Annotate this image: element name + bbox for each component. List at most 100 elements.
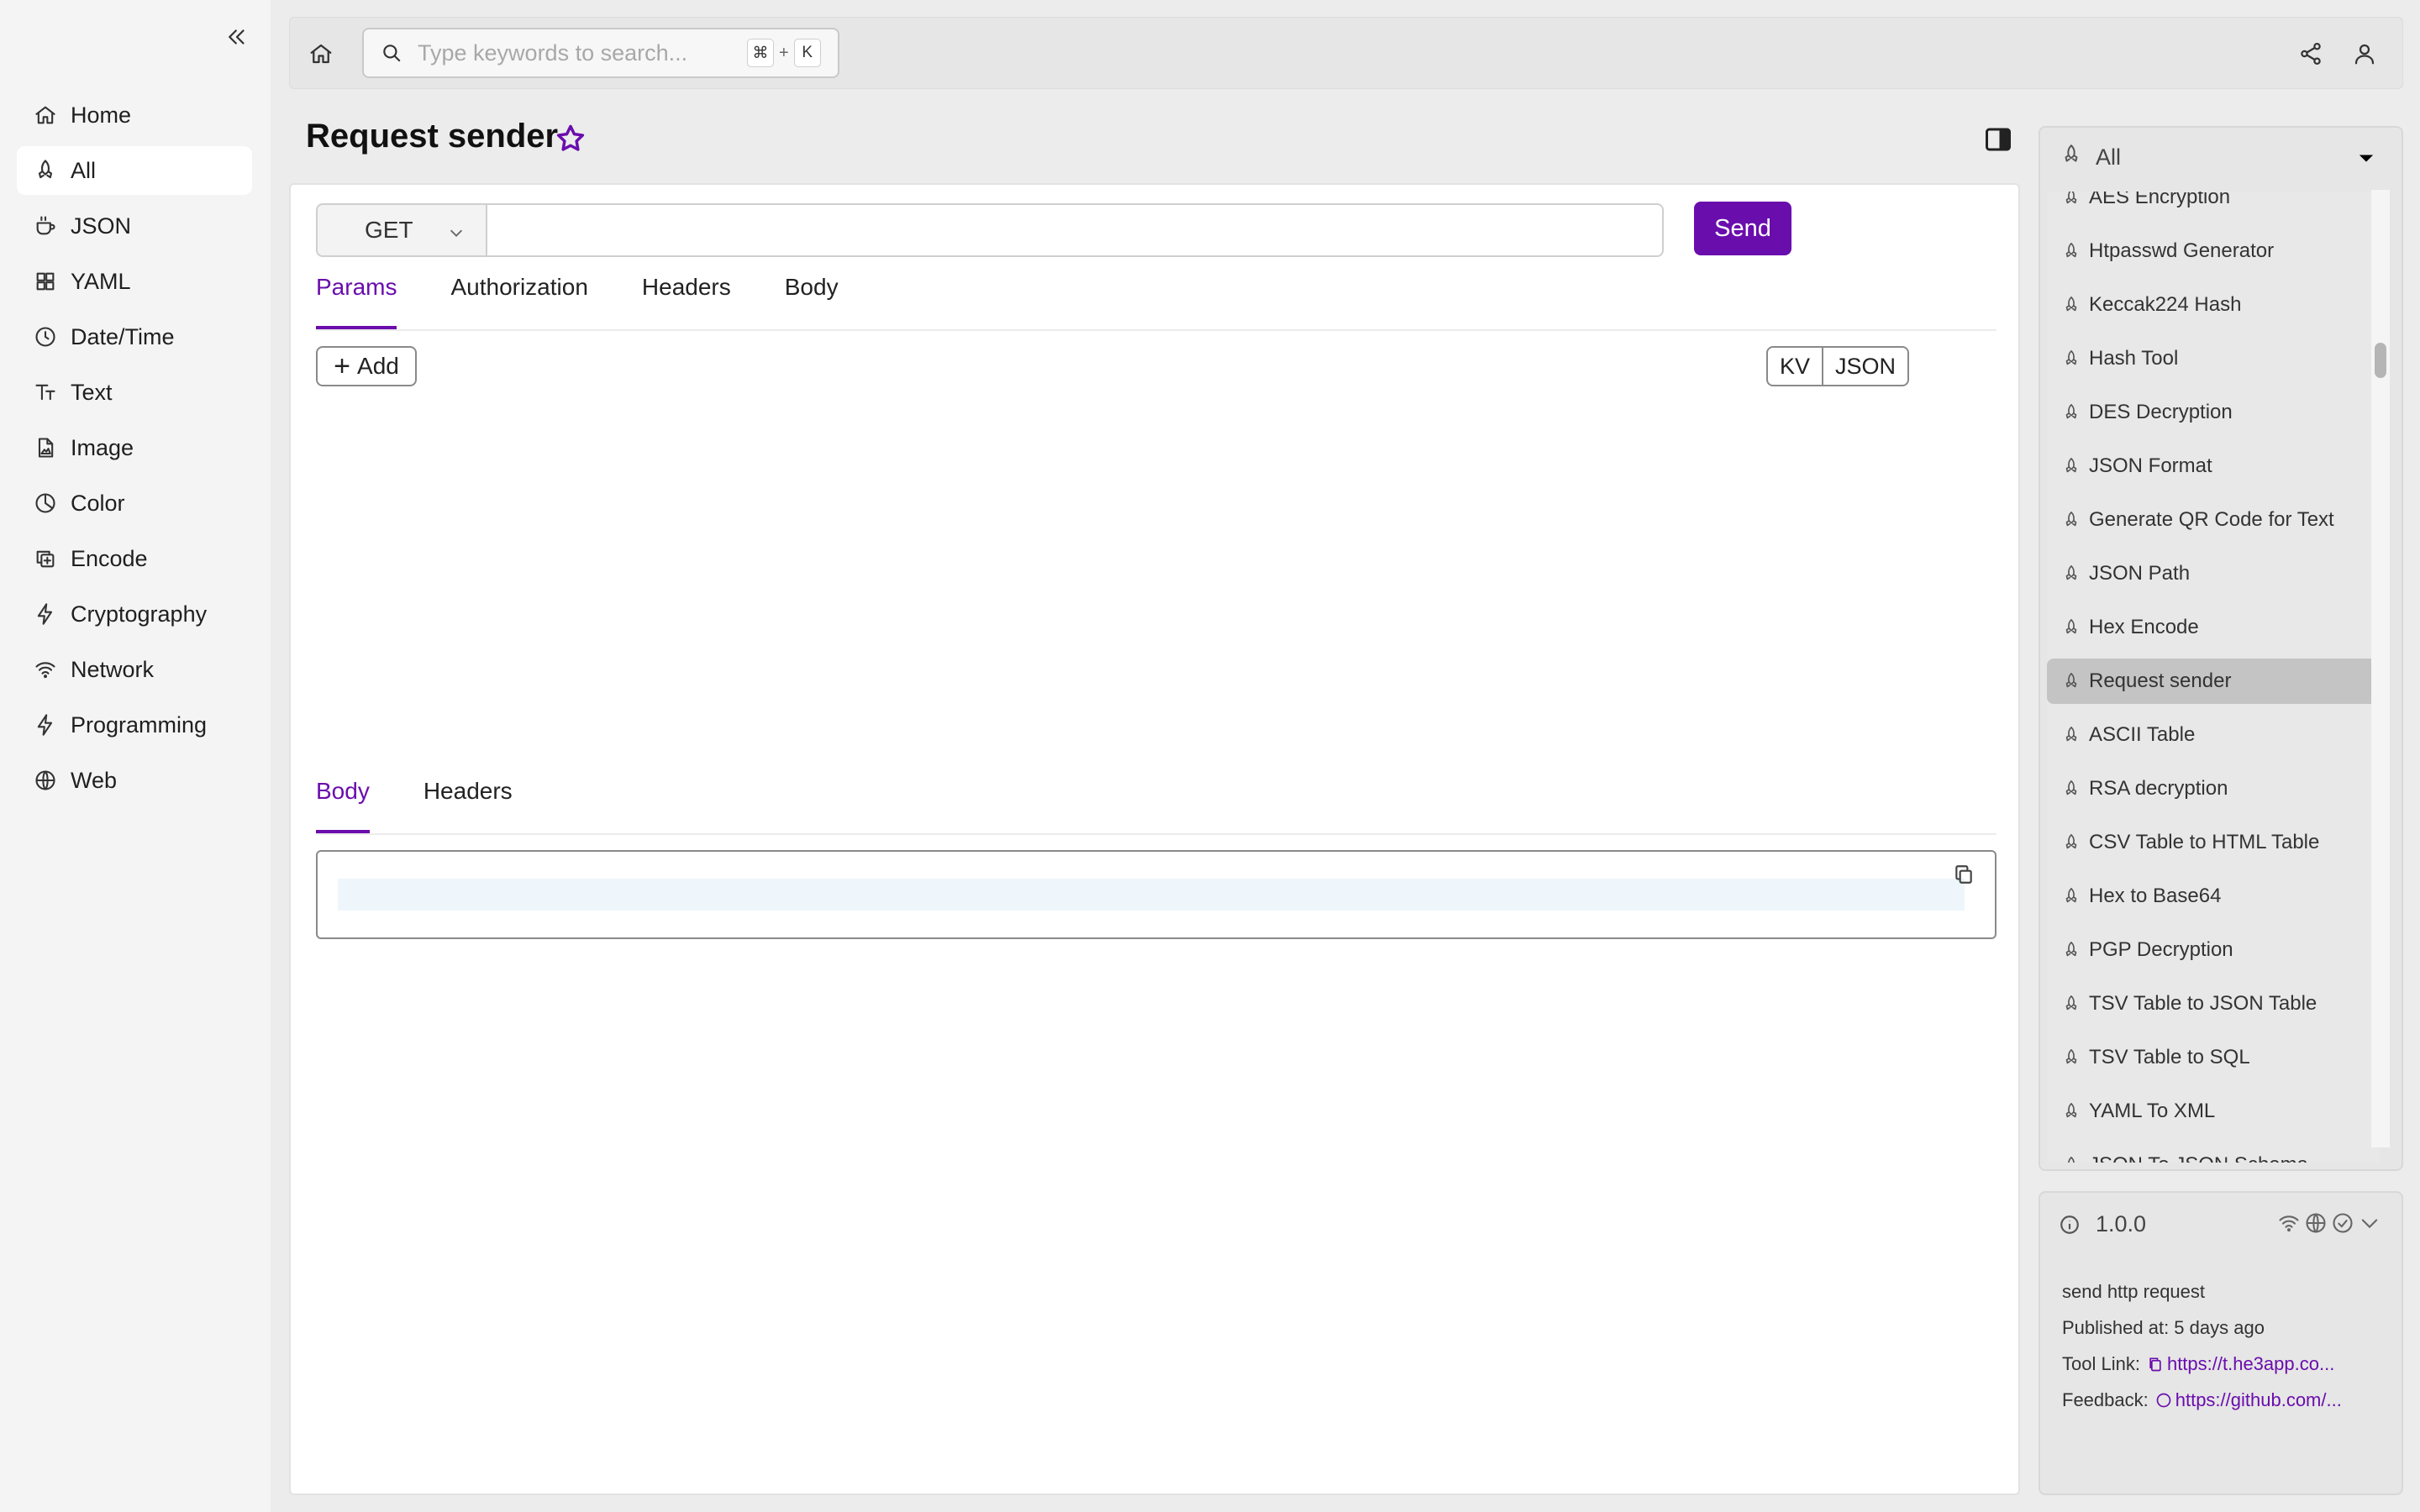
sidebar-item-programming[interactable]: Programming [17,701,252,749]
sidebar-nav: Home All JSON YAML Date/Time Text Image Color En… [17,91,252,811]
pie-icon [34,491,57,515]
tool-item-label: Request sender [2089,669,2232,692]
tool-filter-select[interactable]: All [2040,128,2402,186]
request-tab-params[interactable]: Params [316,269,397,329]
sidebar-item-label: Home [71,102,132,128]
tool-item[interactable]: Request sender [2047,659,2380,704]
rocket-icon [34,159,57,182]
tool-item-label: JSON To JSON Schema [2089,1153,2308,1163]
request-tab-authorization[interactable]: Authorization [450,269,587,329]
tool-item[interactable]: JSON Format [2047,444,2380,489]
tool-list-scrollbar[interactable] [2371,190,2390,1147]
rocket-icon [2065,512,2077,527]
tool-info-panel: 1.0.0 send http request Published at: 5 … [2039,1191,2403,1495]
scrollbar-thumb[interactable] [2375,343,2386,378]
tool-item[interactable]: JSON To JSON Schema [2047,1142,2380,1163]
rocket-icon [2065,192,2077,204]
bolt-icon [34,602,57,626]
response-tab-headers[interactable]: Headers [424,773,513,833]
tool-description: send http request [2062,1281,2206,1302]
tool-item[interactable]: PGP Decryption [2047,927,2380,973]
sidebar-item-label: Text [71,379,113,405]
tool-item-label: TSV Table to SQL [2089,1046,2250,1068]
tool-item-label: YAML To XML [2089,1100,2216,1122]
sidebar-item-network[interactable]: Network [17,645,252,694]
tool-item[interactable]: TSV Table to JSON Table [2047,981,2380,1026]
sidebar-item-text[interactable]: Text [17,368,252,417]
tool-item[interactable]: AES Encryption [2047,192,2380,220]
add-param-button[interactable]: + Add [316,346,417,386]
tool-item-label: Generate QR Code for Text [2089,508,2334,531]
tool-item-label: JSON Path [2089,562,2191,585]
sidebar-item-label: Programming [71,711,208,738]
param-mode-toggle: KV JSON [1766,346,1910,386]
request-tabs-divider [316,329,1996,331]
rocket-icon [2065,619,2077,634]
rocket-icon [2065,404,2077,419]
request-tab-body[interactable]: Body [785,269,839,329]
double-chevron-left-icon [229,29,245,45]
tool-item[interactable]: Hex Encode [2047,605,2380,650]
sidebar-item-all[interactable]: All [17,146,252,195]
request-tab-headers[interactable]: Headers [642,269,731,329]
chat-icon [2156,1393,2171,1408]
url-input[interactable] [486,203,1664,257]
toggle-right-panel-button[interactable] [1983,124,2013,155]
tool-item[interactable]: ASCII Table [2047,712,2380,758]
sidebar-item-label: Encode [71,545,148,571]
search-input[interactable] [418,39,737,66]
sidebar-item-json[interactable]: JSON [17,202,252,250]
method-select[interactable]: GET [316,203,486,257]
sidebar: Home All JSON YAML Date/Time Text Image Color En… [0,0,271,1512]
tool-item[interactable]: CSV Table to HTML Table [2047,820,2380,865]
sidebar-item-date-time[interactable]: Date/Time [17,312,252,361]
chevron-down-icon [450,229,463,237]
tool-item[interactable]: Hash Tool [2047,336,2380,381]
mode-kv-button[interactable]: KV [1768,348,1822,385]
tool-item[interactable]: JSON Path [2047,551,2380,596]
send-button[interactable]: Send [1694,202,1791,255]
clock-icon [34,325,57,349]
response-tabs-divider [316,833,1996,835]
version-text: 1.0.0 [2096,1211,2147,1236]
home-button[interactable] [305,38,337,70]
user-button[interactable] [2349,38,2381,70]
tool-item-label: RSA decryption [2089,777,2228,800]
tool-item[interactable]: DES Decryption [2047,390,2380,435]
sidebar-item-image[interactable]: Image [17,423,252,472]
rocket-icon [2065,458,2077,473]
rocket-icon [2065,780,2077,795]
sidebar-item-home[interactable]: Home [17,91,252,139]
tool-item[interactable]: Htpasswd Generator [2047,228,2380,274]
collapse-sidebar-button[interactable] [222,22,252,52]
status-icons [2277,1211,2381,1235]
rocket-icon [2065,565,2077,580]
published-at: Published at: 5 days ago [2062,1317,2265,1338]
sidebar-item-color[interactable]: Color [17,479,252,528]
tool-list: AES Encryption Htpasswd Generator Keccak22… [2047,192,2380,1163]
response-body-viewer[interactable] [316,850,1996,939]
favorite-button[interactable] [555,123,588,156]
tool-item[interactable]: YAML To XML [2047,1089,2380,1134]
response-tab-body[interactable]: Body [316,773,370,833]
feedback-link[interactable]: https://github.com/... [2175,1389,2342,1410]
sidebar-item-label: YAML [71,268,131,294]
tool-item[interactable]: TSV Table to SQL [2047,1035,2380,1080]
tool-item-label: AES Encryption [2089,192,2231,208]
tool-item[interactable]: Hex to Base64 [2047,874,2380,919]
share-button[interactable] [2295,38,2327,70]
mode-json-button[interactable]: JSON [1822,348,1907,385]
add-label: Add [357,353,399,379]
sidebar-item-web[interactable]: Web [17,756,252,805]
search-box[interactable]: ⌘ + K [362,28,839,78]
sidebar-item-yaml[interactable]: YAML [17,257,252,306]
sidebar-right-icon [1986,128,2011,151]
tool-link[interactable]: https://t.he3app.co... [2167,1353,2334,1374]
tool-item[interactable]: RSA decryption [2047,766,2380,811]
tool-item[interactable]: Generate QR Code for Text [2047,497,2380,543]
chevron-down-icon[interactable] [2358,1211,2381,1235]
copy-response-button[interactable] [1953,864,1975,885]
sidebar-item-encode[interactable]: Encode [17,534,252,583]
sidebar-item-cryptography[interactable]: Cryptography [17,590,252,638]
tool-item[interactable]: Keccak224 Hash [2047,282,2380,328]
